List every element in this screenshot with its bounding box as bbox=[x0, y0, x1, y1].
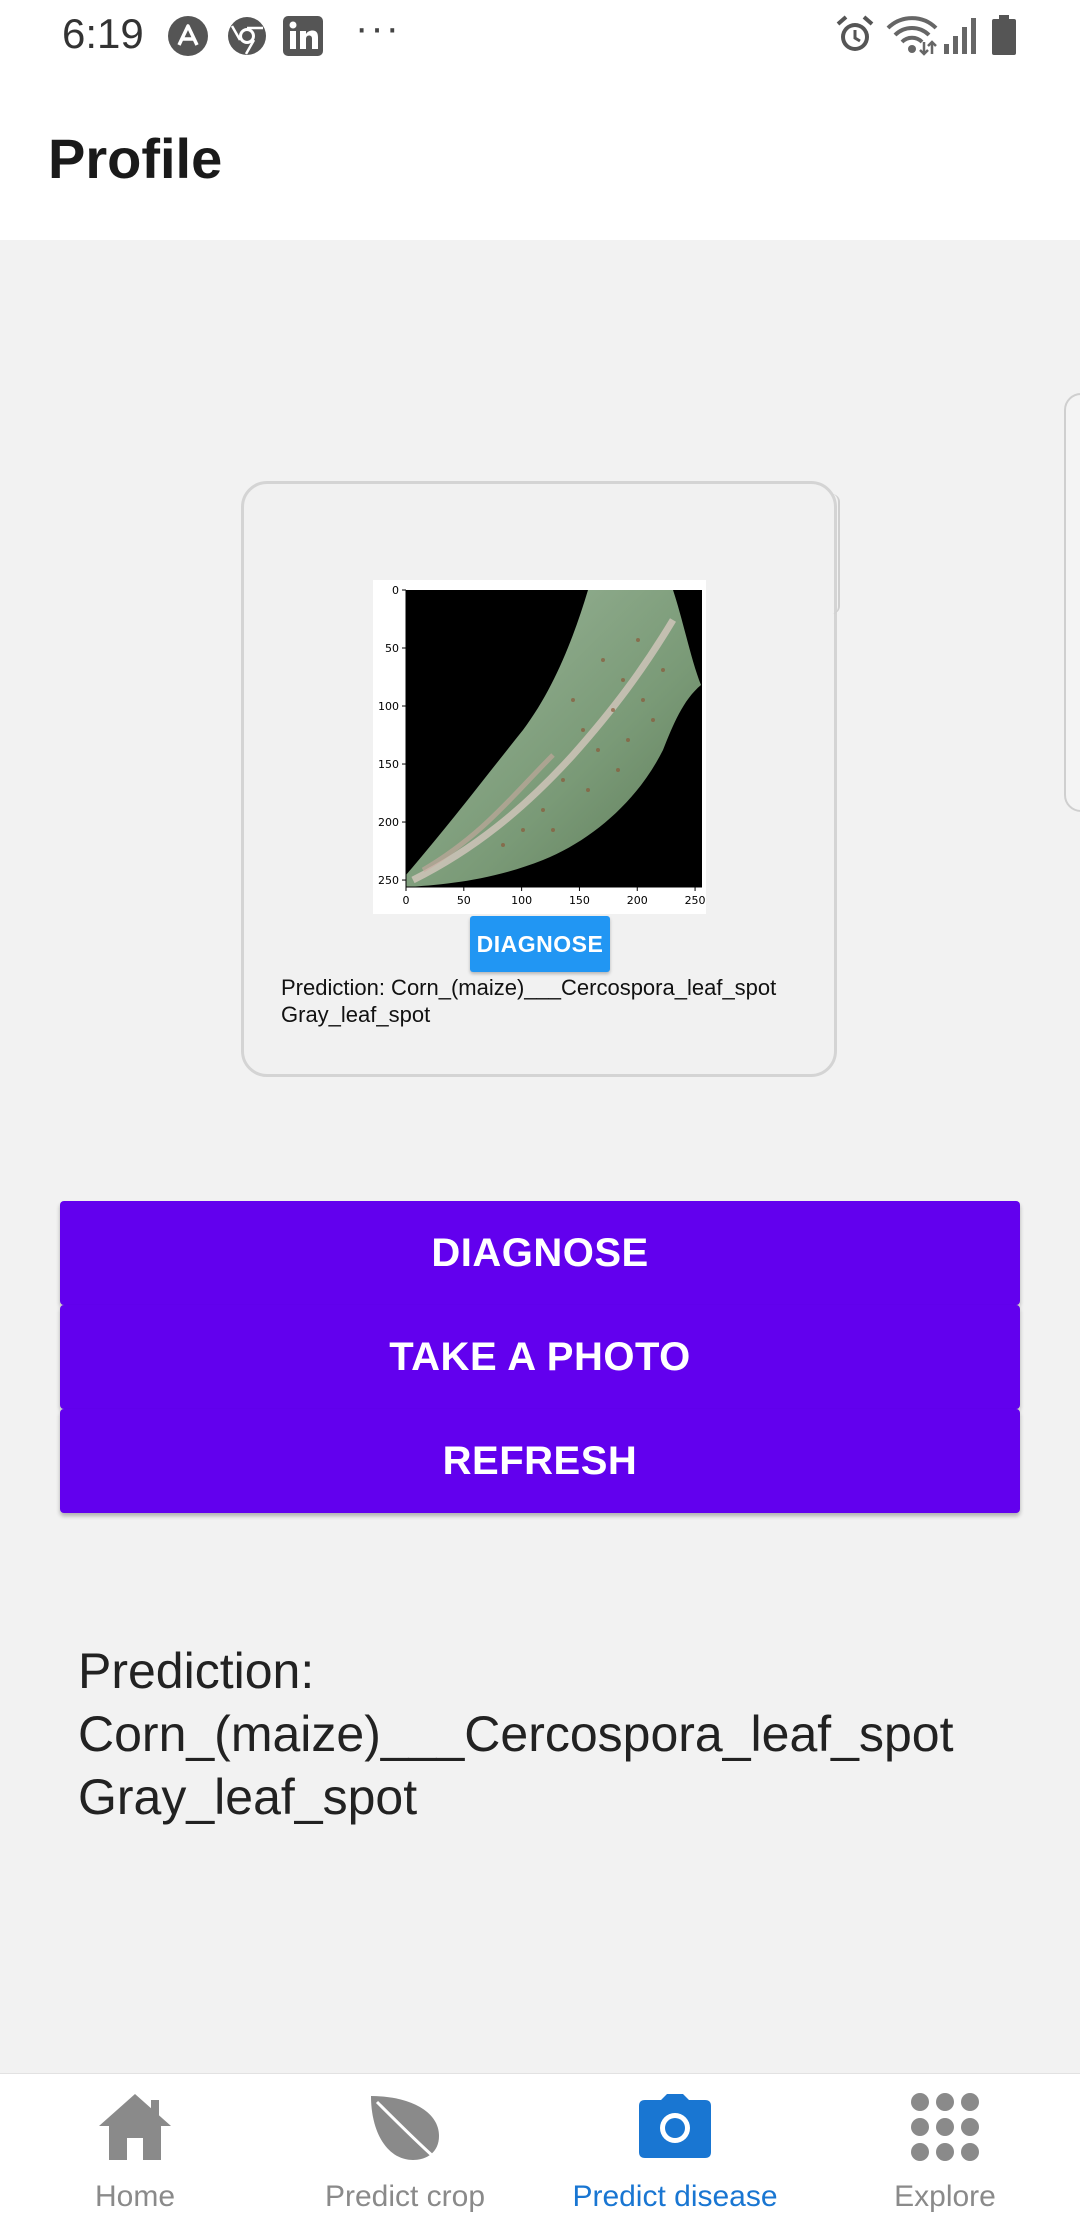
nav-predict-crop-label: Predict crop bbox=[324, 2180, 486, 2213]
side-panel-edge[interactable] bbox=[1064, 393, 1080, 812]
y-tick-label: 250 bbox=[378, 874, 399, 887]
x-tick-label: 200 bbox=[627, 894, 648, 907]
leaf-image-plot: 0 50 100 150 200 250 0 50 100 150 200 250 bbox=[373, 580, 706, 914]
status-time: 6:19 bbox=[62, 10, 144, 57]
nav-predict-disease-label: Predict disease bbox=[572, 2180, 778, 2213]
nav-explore[interactable]: Explore bbox=[810, 2074, 1080, 2221]
more-notifications-icon: ··· bbox=[355, 6, 401, 50]
home-icon bbox=[97, 2092, 173, 2167]
x-tick-label: 50 bbox=[457, 894, 471, 907]
take-photo-button[interactable]: TAKE A PHOTO bbox=[60, 1305, 1020, 1409]
y-tick-label: 100 bbox=[378, 700, 399, 713]
card-diagnose-button[interactable]: DIAGNOSE bbox=[470, 916, 610, 972]
arc-icon bbox=[168, 16, 208, 56]
leaf-image-svg: 0 50 100 150 200 250 0 50 100 150 200 250 bbox=[378, 584, 706, 907]
leaf-icon bbox=[367, 2092, 443, 2167]
refresh-button[interactable]: REFRESH bbox=[60, 1409, 1020, 1513]
signal-icon bbox=[942, 14, 980, 61]
prediction-result: Prediction: Corn_(maize)___Cercospora_le… bbox=[78, 1640, 1038, 1829]
camera-icon bbox=[637, 2092, 713, 2167]
y-tick-label: 50 bbox=[385, 642, 399, 655]
card-prediction-line1: Prediction: Corn_(maize)___Cercospora_le… bbox=[281, 975, 777, 1000]
x-tick-label: 0 bbox=[403, 894, 410, 907]
page-title: Profile bbox=[48, 127, 223, 190]
grid-icon bbox=[910, 2092, 980, 2167]
card-edge bbox=[830, 494, 840, 614]
chrome-icon bbox=[227, 16, 267, 56]
prediction-result-line3: Gray_leaf_spot bbox=[78, 1769, 418, 1825]
nav-predict-disease[interactable]: Predict disease bbox=[540, 2074, 810, 2221]
x-tick-label: 250 bbox=[685, 894, 706, 907]
app-header: Profile bbox=[0, 70, 1080, 240]
nav-home-label: Home bbox=[94, 2180, 176, 2213]
wifi-icon bbox=[886, 14, 938, 61]
y-tick-label: 0 bbox=[392, 584, 399, 597]
prediction-result-line2: Corn_(maize)___Cercospora_leaf_spot bbox=[78, 1706, 954, 1762]
y-tick-label: 150 bbox=[378, 758, 399, 771]
card-prediction-text: Prediction: Corn_(maize)___Cercospora_le… bbox=[281, 974, 821, 1028]
prediction-result-label: Prediction: bbox=[78, 1643, 315, 1699]
card-prediction-line2: Gray_leaf_spot bbox=[281, 1002, 431, 1027]
nav-predict-crop[interactable]: Predict crop bbox=[270, 2074, 540, 2221]
y-tick-label: 200 bbox=[378, 816, 399, 829]
x-tick-label: 100 bbox=[511, 894, 532, 907]
bottom-navigation: Home Predict crop Predict disease Explor… bbox=[0, 2073, 1080, 2221]
status-bar: 6:19 ··· bbox=[0, 0, 1080, 70]
linkedin-icon bbox=[283, 16, 323, 56]
x-tick-label: 150 bbox=[569, 894, 590, 907]
battery-icon bbox=[990, 14, 1018, 61]
alarm-icon bbox=[835, 14, 875, 61]
diagnose-button[interactable]: DIAGNOSE bbox=[60, 1201, 1020, 1305]
nav-home[interactable]: Home bbox=[0, 2074, 270, 2221]
nav-explore-label: Explore bbox=[894, 2180, 996, 2213]
